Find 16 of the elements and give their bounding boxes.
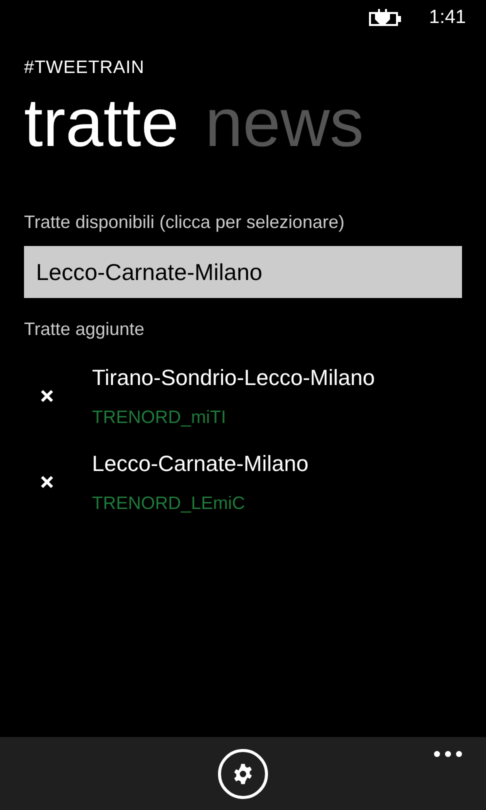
settings-icon — [232, 763, 254, 785]
account-name: TRENORD_LEmiC — [92, 492, 246, 515]
remove-icon[interactable] — [40, 475, 54, 489]
route-title[interactable]: Lecco-Carnate-Milano — [92, 447, 308, 480]
pivot-tab[interactable]: tratte — [24, 89, 179, 167]
app-title: #TWEETRAIN — [24, 56, 146, 79]
account-name: TRENORD_miTI — [92, 406, 227, 429]
route-field[interactable]: Lecco-Carnate-Milano — [24, 246, 462, 298]
battery-charging-icon — [369, 9, 404, 27]
more-options-icon[interactable] — [434, 751, 462, 757]
section-label: Tratte aggiunte — [24, 318, 146, 341]
field-label: Tratte disponibili (clicca per selezionare) — [24, 211, 346, 234]
route-title[interactable]: Tirano-Sondrio-Lecco-Milano — [92, 361, 375, 394]
settings-button[interactable] — [218, 749, 268, 799]
remove-icon[interactable] — [40, 389, 54, 403]
clock-time: 1:41 — [429, 6, 466, 30]
